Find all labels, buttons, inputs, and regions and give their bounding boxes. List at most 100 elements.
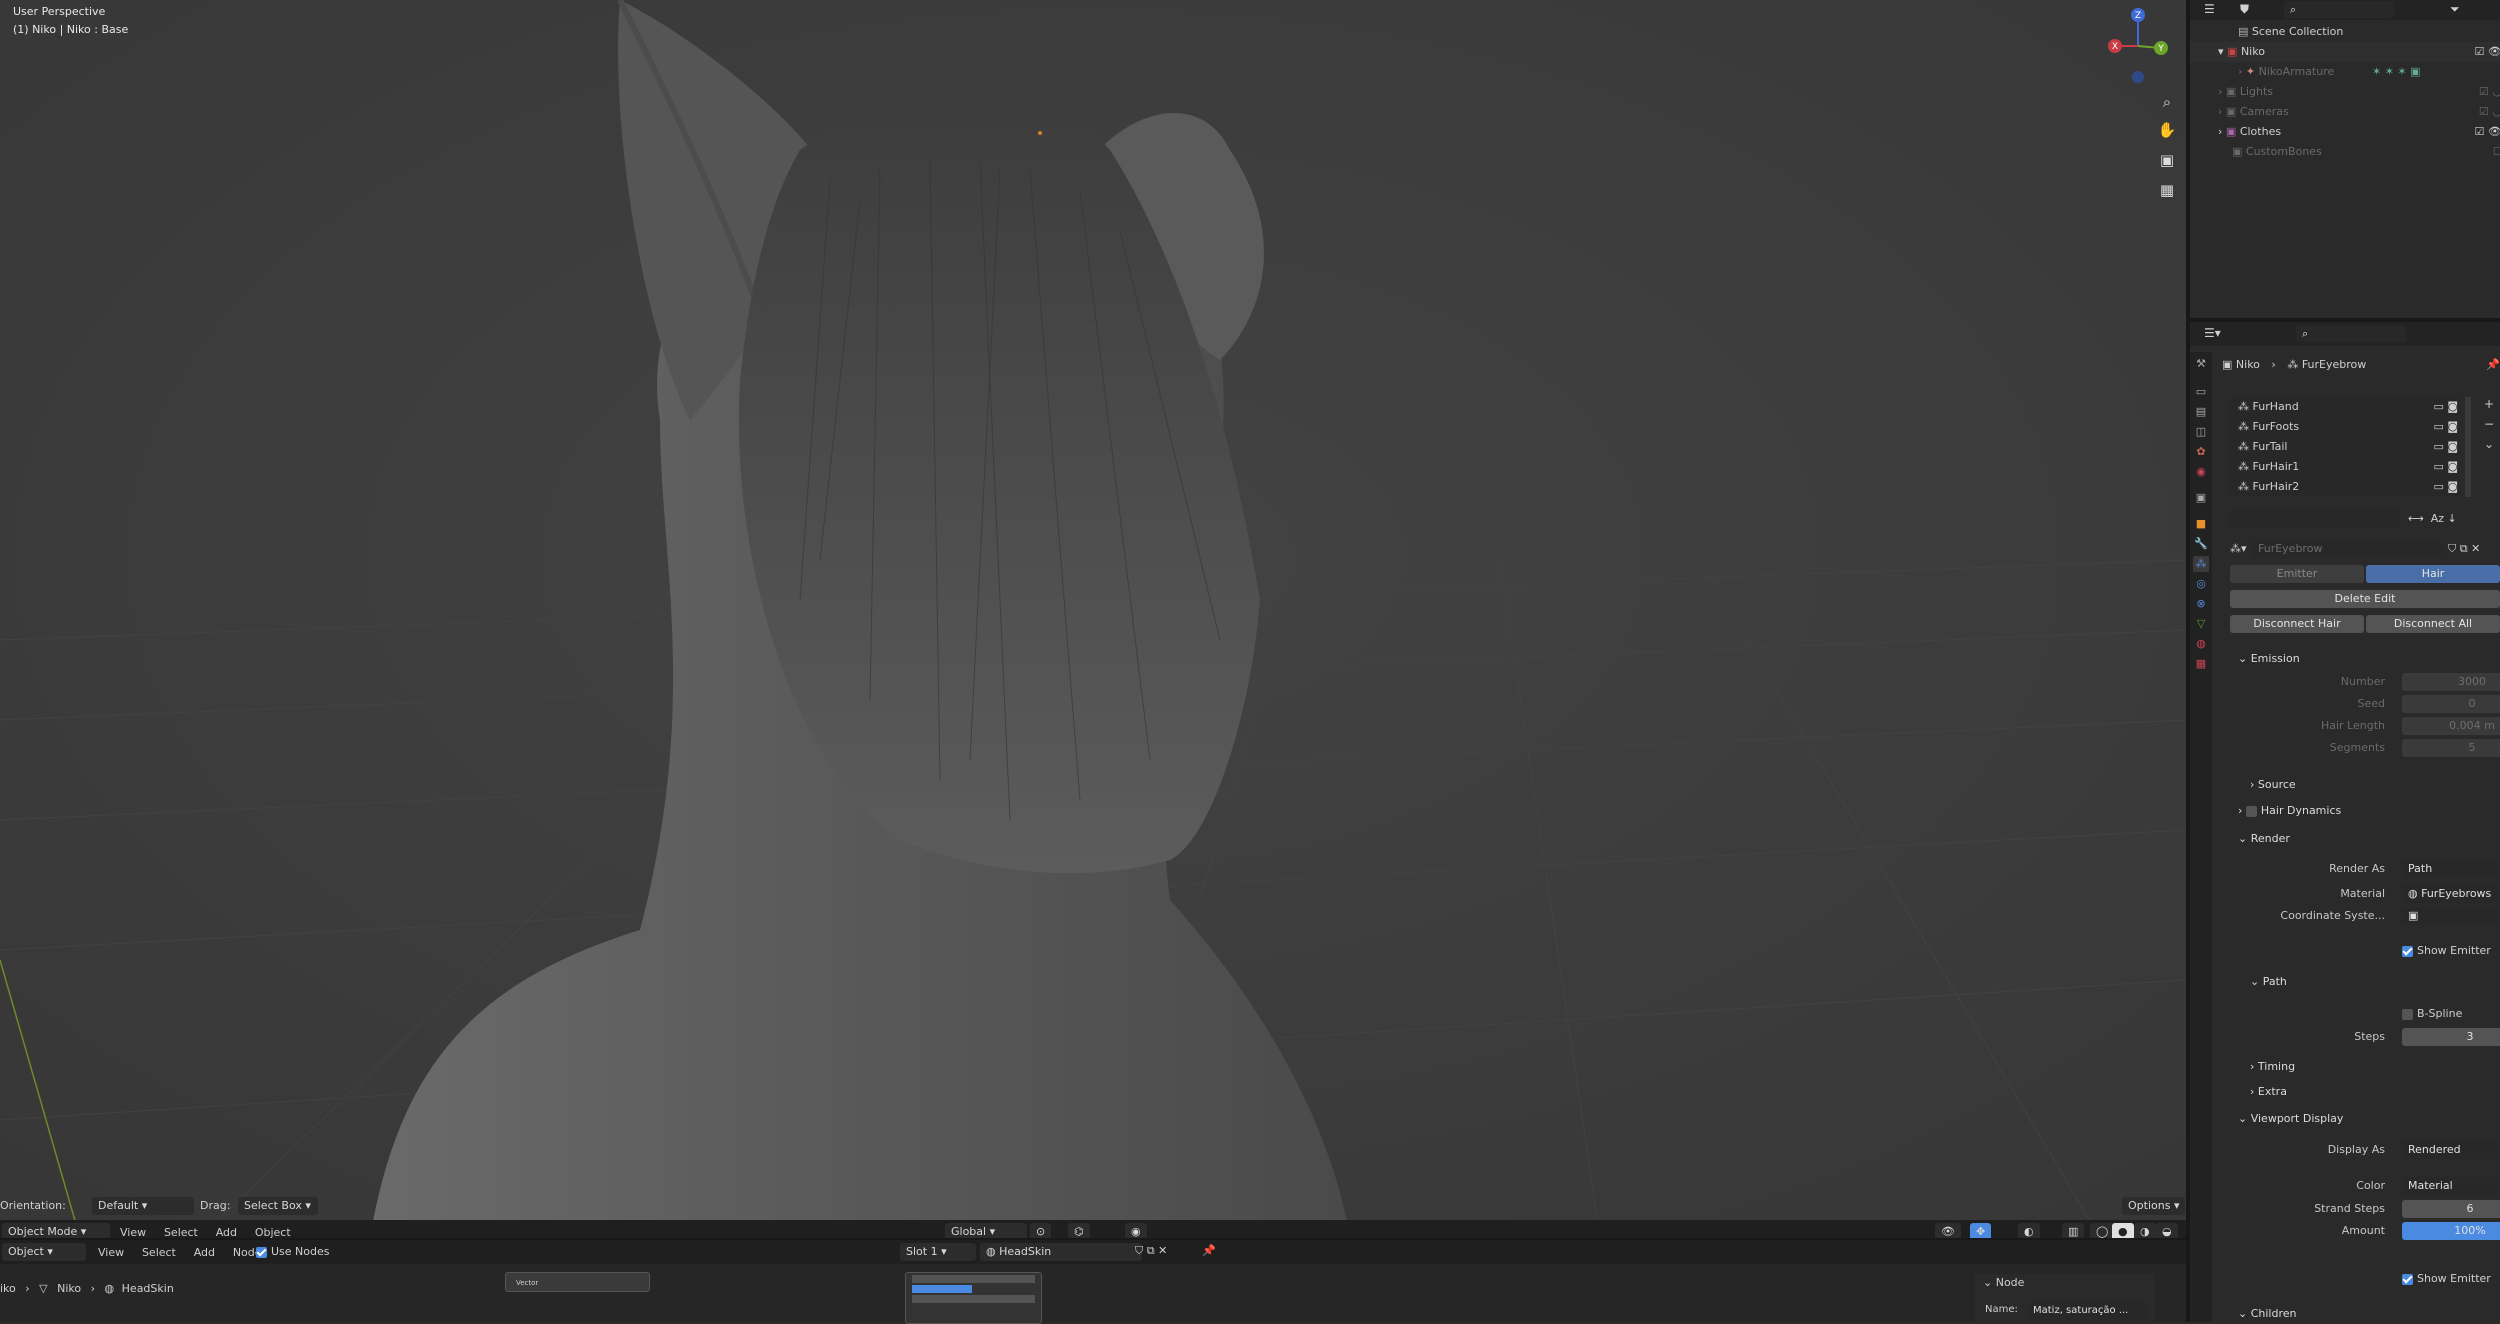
coordinate-system-field[interactable]: ▣✎: [2402, 907, 2500, 925]
pan-hand-icon[interactable]: ✋: [2155, 118, 2179, 142]
scene-tab-icon[interactable]: ✿: [2193, 444, 2209, 460]
collection-custombones[interactable]: ▣ CustomBones ☐ ◡ ◙: [2190, 142, 2500, 162]
navigation-gizmo[interactable]: Z Y X: [2100, 6, 2180, 86]
slot-dropdown[interactable]: Slot 1 ▾: [900, 1243, 976, 1261]
list-item[interactable]: ⁂ FurHair1 ▭ ◙: [2230, 457, 2468, 477]
xray-icon[interactable]: ▥: [2062, 1223, 2085, 1238]
source-panel-header[interactable]: › Source: [2250, 778, 2296, 791]
show-emitter-checkbox[interactable]: Show Emitter: [2402, 944, 2491, 957]
list-item[interactable]: ⁂ FurFoots ▭ ◙: [2230, 417, 2468, 437]
shading-solid-icon[interactable]: ●: [2112, 1223, 2134, 1238]
proportional-edit-icon[interactable]: ◉: [1125, 1223, 1147, 1238]
viewport-display-panel-header[interactable]: ⌄ Viewport Display: [2238, 1112, 2343, 1125]
list-item[interactable]: ⁂ FurHair2 ▭ ◙: [2230, 477, 2468, 497]
output-tab-icon[interactable]: ▤: [2193, 404, 2209, 420]
shading-rendered-icon[interactable]: ◒: [2156, 1223, 2178, 1238]
particle-system-list[interactable]: ⁂ FurHand ▭ ◙ ⁂ FurFoots ▭ ◙ ⁂ FurTail ▭ ◙ …: [2230, 397, 2460, 497]
emission-panel-header[interactable]: ⌄ Emission: [2238, 652, 2300, 665]
pin-icon[interactable]: 📌: [2486, 358, 2500, 371]
gizmo-toggle-icon[interactable]: ✥: [1970, 1223, 1992, 1238]
seed-field[interactable]: 0: [2402, 695, 2500, 713]
material-selector[interactable]: ◍ HeadSkin: [980, 1243, 1142, 1261]
drag-dropdown[interactable]: Select Box ▾: [238, 1197, 318, 1215]
menu-add[interactable]: Add: [216, 1226, 237, 1238]
steps-field[interactable]: 3: [2402, 1028, 2500, 1046]
extra-panel-header[interactable]: › Extra: [2250, 1085, 2287, 1098]
pin-icon[interactable]: 📌: [1202, 1244, 1216, 1257]
children-panel-header[interactable]: ⌄ Children: [2238, 1307, 2297, 1320]
collection-cameras[interactable]: › ▣ Cameras ☑ ◡ ◙: [2190, 102, 2500, 122]
shading-wireframe-icon[interactable]: ◯: [2090, 1223, 2115, 1238]
settings-name-field[interactable]: FurEyebrow: [2252, 540, 2442, 558]
disconnect-all-button[interactable]: Disconnect All: [2366, 615, 2500, 633]
material-buttons[interactable]: ⛉ ⧉ ✕: [1135, 1244, 1167, 1258]
data-tab-icon[interactable]: ▽: [2193, 616, 2209, 632]
path-panel-header[interactable]: ⌄ Path: [2250, 975, 2287, 988]
list-item[interactable]: ⁂ FurTail ▭ ◙: [2230, 437, 2468, 457]
collection-niko[interactable]: ▾ ▣ Niko ☑ 👁 ◙: [2190, 42, 2500, 62]
properties-search[interactable]: ⌕: [2296, 325, 2406, 342]
node-menu-add[interactable]: Add: [194, 1246, 215, 1259]
list-filter-field[interactable]: [2230, 510, 2400, 528]
texture-tab-icon[interactable]: ▦: [2193, 656, 2209, 672]
display-mode-icon[interactable]: ☰: [2204, 2, 2215, 16]
color-dropdown[interactable]: Material▾: [2402, 1177, 2500, 1195]
overlay-icon[interactable]: ◐: [2018, 1223, 2040, 1238]
camera-icon[interactable]: ▣: [2155, 148, 2179, 172]
shading-material-icon[interactable]: ◑: [2134, 1223, 2156, 1238]
area-separator[interactable]: [0, 1238, 2186, 1240]
scene-collection-row[interactable]: ▤ Scene Collection: [2190, 22, 2500, 42]
menu-view[interactable]: View: [120, 1226, 146, 1238]
mode-dropdown[interactable]: Object Mode ▾: [2, 1223, 110, 1238]
options-button[interactable]: Options ▾: [2122, 1197, 2186, 1215]
node-object-dropdown[interactable]: Object ▾: [2, 1243, 86, 1261]
menu-object[interactable]: Object: [255, 1226, 291, 1238]
zoom-icon[interactable]: ⌕: [2155, 90, 2179, 114]
editor-type-icon[interactable]: ☰▾: [2204, 326, 2221, 340]
world-tab-icon[interactable]: ◉: [2193, 464, 2209, 480]
transform-orientation-dropdown[interactable]: Global ▾: [945, 1223, 1027, 1238]
disconnect-hair-button[interactable]: Disconnect Hair: [2230, 615, 2364, 633]
view-layer-tab-icon[interactable]: ◫: [2193, 424, 2209, 440]
list-scrollbar[interactable]: [2465, 397, 2471, 497]
collection-tab-icon[interactable]: ▣: [2193, 490, 2209, 506]
node-name-field[interactable]: Matiz, saturação ...: [2027, 1302, 2147, 1320]
filter-icon[interactable]: ⛊: [2240, 2, 2249, 17]
material-dropdown[interactable]: ◍ FurEyebrows▾: [2402, 885, 2500, 903]
bspline-checkbox[interactable]: B-Spline: [2402, 1007, 2462, 1020]
physics-tab-icon[interactable]: ◎: [2193, 576, 2209, 592]
sort-icons[interactable]: ⟷ Az ↓: [2408, 512, 2457, 525]
node-menu-select[interactable]: Select: [142, 1246, 176, 1259]
particles-tab-icon[interactable]: ⁂: [2193, 556, 2209, 572]
pivot-icon[interactable]: ⊙: [1030, 1223, 1052, 1238]
grid-view-icon[interactable]: ▦: [2155, 178, 2179, 202]
modifier-tab-icon[interactable]: 🔧: [2193, 536, 2209, 552]
visibility-icon[interactable]: 👁: [1935, 1223, 1961, 1238]
constraints-tab-icon[interactable]: ⊗: [2193, 596, 2209, 612]
outliner-filter-icon[interactable]: ⏷: [2450, 2, 2460, 17]
timing-panel-header[interactable]: › Timing: [2250, 1060, 2295, 1073]
viewport-show-emitter-checkbox[interactable]: Show Emitter: [2402, 1272, 2491, 1285]
shader-node[interactable]: [905, 1272, 1042, 1324]
render-as-dropdown[interactable]: Path▾: [2402, 860, 2500, 878]
outliner-search[interactable]: ⌕: [2284, 1, 2394, 18]
settings-buttons[interactable]: ⛉ ⧉ ✕: [2448, 542, 2480, 556]
emitter-tab[interactable]: Emitter: [2230, 565, 2364, 583]
area-separator[interactable]: [2190, 318, 2500, 322]
node-menu-view[interactable]: View: [98, 1246, 124, 1259]
vector-node[interactable]: Vector: [505, 1272, 650, 1292]
use-nodes-checkbox[interactable]: Use Nodes: [256, 1245, 330, 1258]
orientation-dropdown[interactable]: Default ▾: [92, 1197, 194, 1215]
area-separator[interactable]: [2186, 0, 2190, 1322]
render-tab-icon[interactable]: ▭: [2193, 384, 2209, 400]
strand-steps-field[interactable]: 6: [2402, 1200, 2500, 1218]
list-side-buttons[interactable]: + − ⌄: [2484, 394, 2494, 454]
segments-field[interactable]: 5: [2402, 739, 2500, 757]
snap-icon[interactable]: ⌬: [1068, 1223, 1090, 1238]
3d-viewport[interactable]: User Perspective (1) Niko | Niko : Base …: [0, 0, 2186, 1238]
hair-tab[interactable]: Hair: [2366, 565, 2500, 583]
hair-dynamics-panel-header[interactable]: › Hair Dynamics: [2238, 804, 2341, 817]
display-as-dropdown[interactable]: Rendered▾: [2402, 1141, 2500, 1159]
delete-edit-button[interactable]: Delete Edit: [2230, 590, 2500, 608]
number-field[interactable]: 3000: [2402, 673, 2500, 691]
